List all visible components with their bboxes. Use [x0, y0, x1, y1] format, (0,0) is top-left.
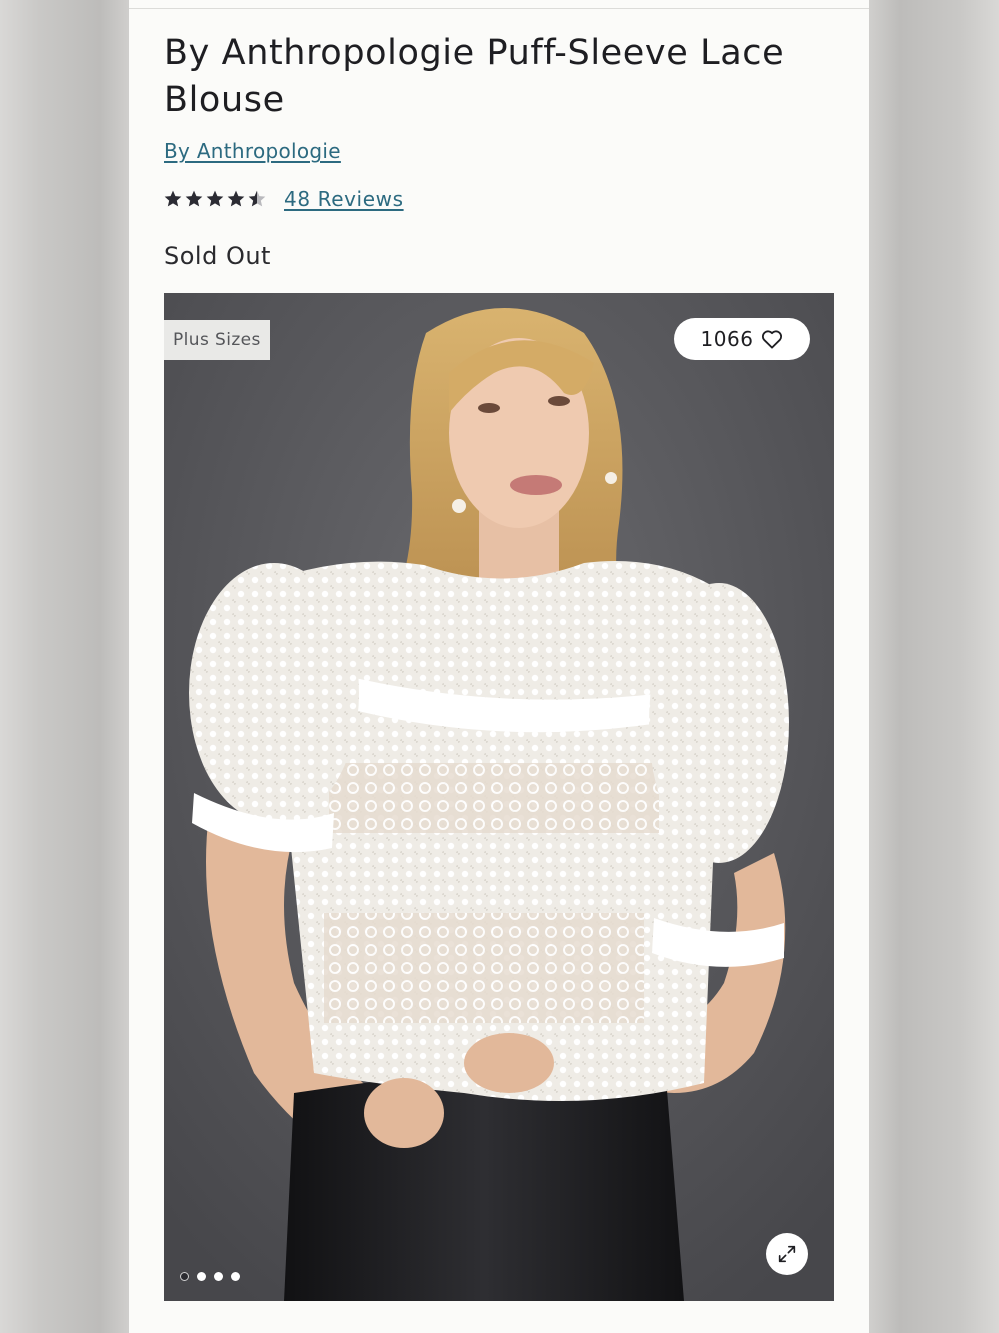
- carousel-dot[interactable]: [180, 1272, 189, 1281]
- divider: [129, 8, 869, 9]
- carousel-dot[interactable]: [214, 1272, 223, 1281]
- star-icon: [206, 190, 224, 207]
- expand-image-button[interactable]: [766, 1233, 808, 1275]
- product-detail-panel: By Anthropologie Puff-Sleeve Lace Blouse…: [129, 0, 869, 1333]
- plus-sizes-badge: Plus Sizes: [164, 320, 270, 360]
- heart-icon: [762, 330, 783, 349]
- product-image-carousel[interactable]: Plus Sizes 1066: [164, 293, 834, 1301]
- favorite-count: 1066: [700, 327, 754, 351]
- star-icon: [227, 190, 245, 207]
- star-icon: [185, 190, 203, 207]
- star-rating: [163, 189, 267, 209]
- product-photo[interactable]: [164, 293, 834, 1301]
- carousel-dot[interactable]: [231, 1272, 240, 1281]
- expand-arrows-icon: [778, 1245, 796, 1263]
- product-title: By Anthropologie Puff-Sleeve Lace Blouse: [164, 33, 785, 120]
- favorite-button[interactable]: 1066: [674, 318, 810, 360]
- star-icon: [164, 190, 182, 207]
- brand-link[interactable]: By Anthropologie: [164, 137, 341, 165]
- carousel-pagination: [180, 1272, 240, 1281]
- reviews-link[interactable]: 48 Reviews: [284, 185, 404, 213]
- rating-row: 48 Reviews: [163, 185, 404, 213]
- stock-status: Sold Out: [164, 242, 271, 270]
- carousel-dot[interactable]: [197, 1272, 206, 1281]
- half-star-icon: [248, 190, 266, 207]
